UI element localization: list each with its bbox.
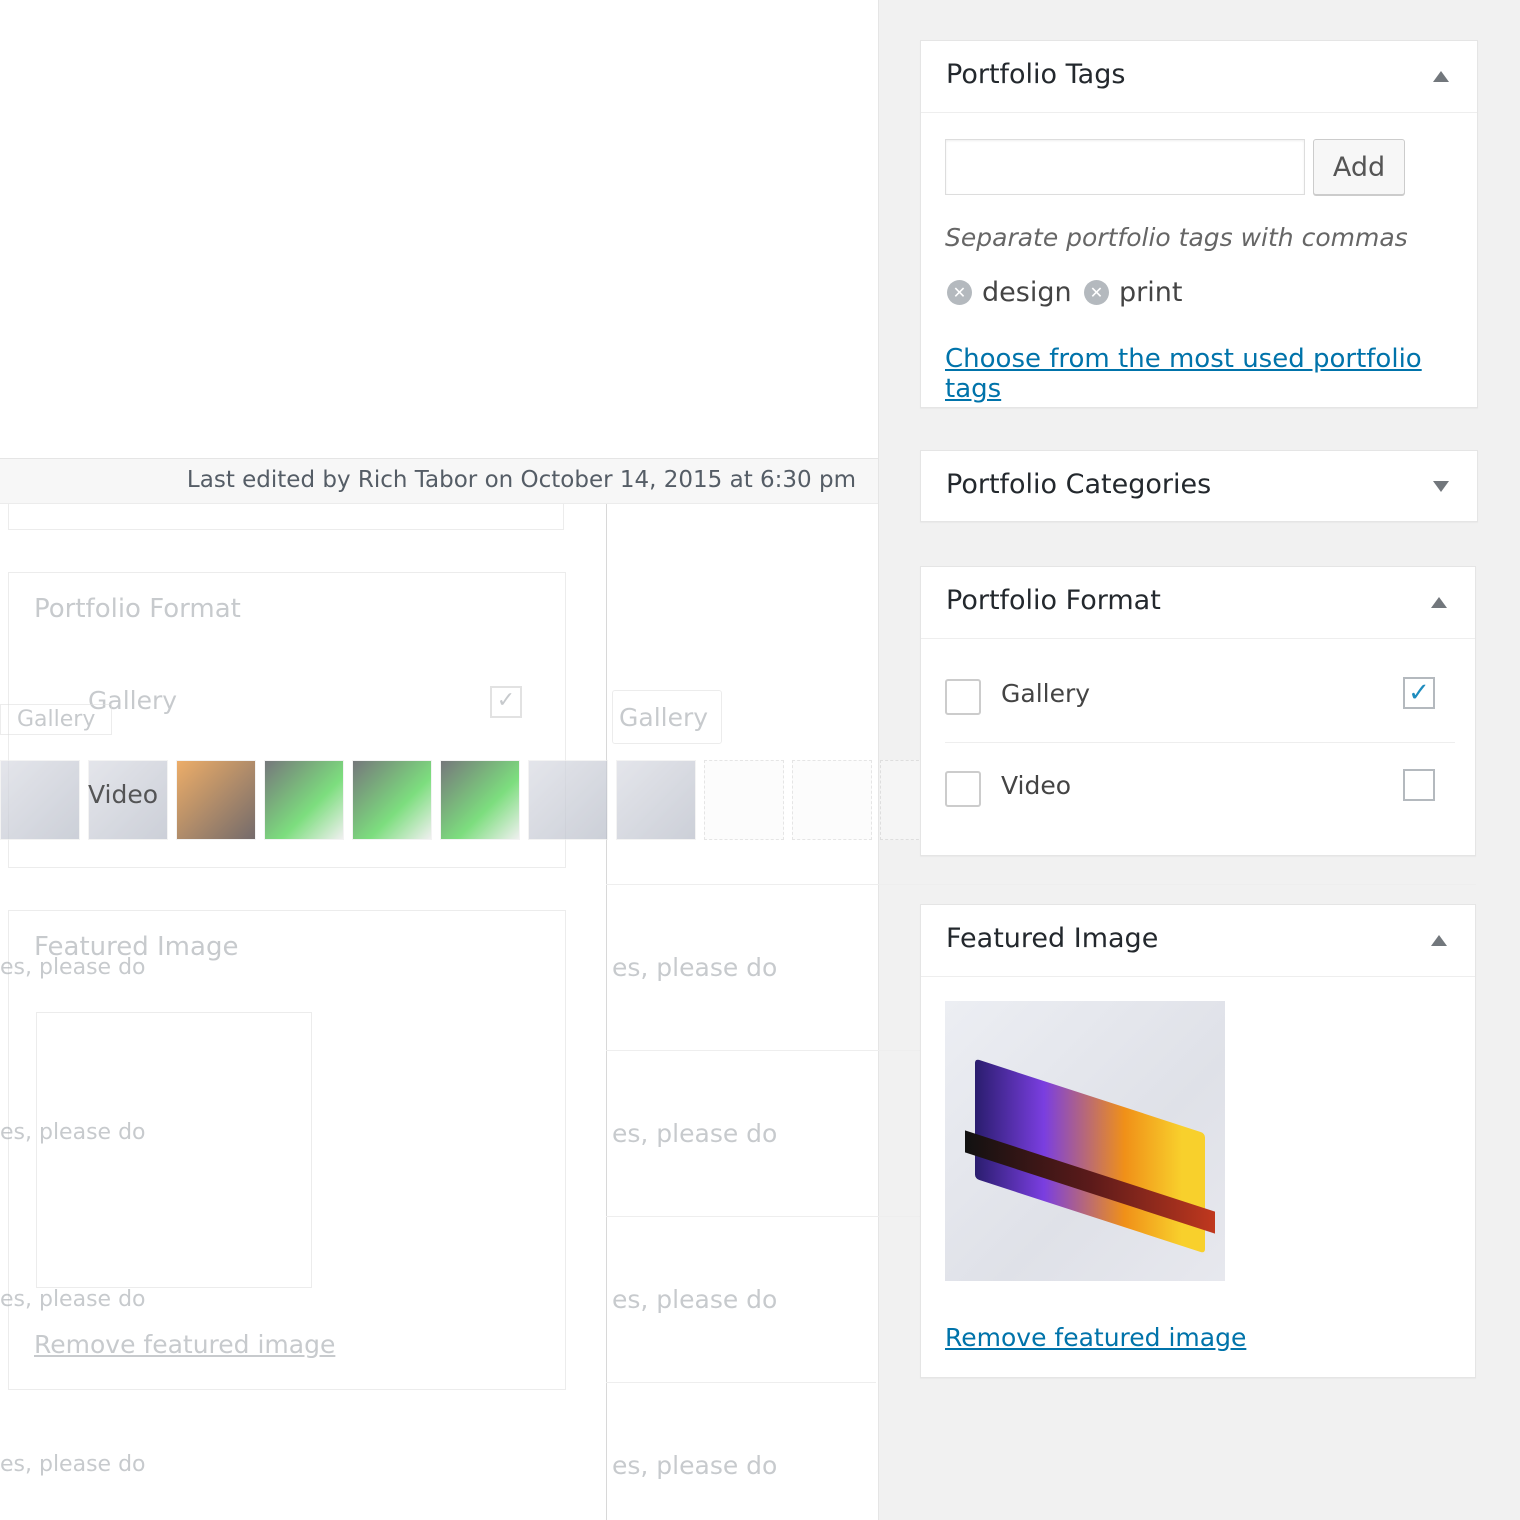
ghost-row-divider bbox=[606, 884, 1476, 885]
ghost-thumb bbox=[792, 760, 872, 840]
remove-tag-icon[interactable]: ✕ bbox=[947, 280, 972, 305]
video-icon bbox=[945, 771, 981, 807]
tag-item: ✕ print bbox=[1084, 277, 1182, 308]
ghost-thumb bbox=[704, 760, 784, 840]
ghost-featured-thumb bbox=[36, 1012, 312, 1288]
remove-featured-image-link[interactable]: Remove featured image bbox=[945, 1323, 1246, 1352]
tag-input[interactable] bbox=[945, 139, 1305, 195]
ghost-thumb bbox=[616, 760, 696, 840]
ghost-please-do: es, please do bbox=[0, 955, 146, 980]
format-option-gallery[interactable]: Gallery ✓ bbox=[945, 651, 1455, 743]
portfolio-categories-header[interactable]: Portfolio Categories bbox=[921, 451, 1477, 523]
ghost-thumb bbox=[528, 760, 608, 840]
tag-label: design bbox=[982, 277, 1072, 308]
gallery-icon bbox=[945, 679, 981, 715]
ghost-please-do: es, please do bbox=[0, 1452, 146, 1477]
ghost-thumb bbox=[264, 760, 344, 840]
ghost-divider bbox=[606, 504, 607, 1520]
tag-help-text: Separate portfolio tags with commas bbox=[945, 223, 1408, 252]
video-checkbox[interactable] bbox=[1403, 769, 1435, 801]
ghost-please-do: es, please do bbox=[612, 1451, 778, 1480]
ghost-thumb bbox=[440, 760, 520, 840]
ghost-thumb bbox=[352, 760, 432, 840]
featured-image-title: Featured Image bbox=[946, 923, 1159, 954]
ghost-thumb bbox=[0, 760, 80, 840]
portfolio-categories-box: Portfolio Categories bbox=[920, 450, 1478, 522]
portfolio-categories-title: Portfolio Categories bbox=[946, 469, 1212, 500]
portfolio-tags-header[interactable]: Portfolio Tags bbox=[921, 41, 1477, 113]
portfolio-format-title: Portfolio Format bbox=[946, 585, 1161, 616]
format-option-label: Video bbox=[1001, 771, 1072, 800]
featured-image-box: Featured Image Remove featured image bbox=[920, 904, 1476, 1378]
portfolio-tags-title: Portfolio Tags bbox=[946, 59, 1126, 90]
collapse-arrow-icon[interactable] bbox=[1431, 935, 1447, 946]
ghost-gallery-button-2: Gallery bbox=[612, 690, 722, 744]
collapse-arrow-icon[interactable] bbox=[1433, 71, 1449, 82]
collapse-arrow-icon[interactable] bbox=[1431, 597, 1447, 608]
last-edited-text: Last edited by Rich Tabor on October 14,… bbox=[186, 467, 856, 493]
format-option-video[interactable]: Video bbox=[945, 743, 1455, 835]
featured-image-header[interactable]: Featured Image bbox=[921, 905, 1475, 977]
most-used-tags-link[interactable]: Choose from the most used portfolio tags bbox=[945, 344, 1477, 404]
featured-image-thumbnail[interactable] bbox=[945, 1001, 1225, 1281]
tag-item: ✕ design bbox=[947, 277, 1072, 308]
format-option-label: Gallery bbox=[1001, 679, 1091, 708]
gallery-checkbox[interactable]: ✓ bbox=[1403, 677, 1435, 709]
add-tag-button[interactable]: Add bbox=[1313, 139, 1405, 195]
ghost-please-do: es, please do bbox=[612, 1119, 778, 1148]
ghost-gallery-button: Gallery bbox=[0, 704, 113, 735]
ghost-format-title: Portfolio Format bbox=[34, 594, 241, 624]
remove-tag-icon[interactable]: ✕ bbox=[1084, 280, 1109, 305]
ghost-video-label: Video bbox=[88, 780, 159, 809]
tag-label: print bbox=[1119, 277, 1183, 308]
ghost-please-do: es, please do bbox=[612, 953, 778, 982]
ghost-please-do: es, please do bbox=[0, 1120, 146, 1145]
ghost-row-divider bbox=[606, 1382, 876, 1383]
portfolio-format-header[interactable]: Portfolio Format bbox=[921, 567, 1475, 639]
ghost-gallery-checkbox: ✓ bbox=[490, 686, 522, 718]
expand-arrow-icon[interactable] bbox=[1433, 481, 1449, 492]
portfolio-format-box: Portfolio Format Gallery ✓ Video bbox=[920, 566, 1476, 856]
ghost-remove-link: Remove featured image bbox=[34, 1330, 336, 1359]
portfolio-tags-box: Portfolio Tags Add Separate portfolio ta… bbox=[920, 40, 1478, 408]
ghost-please-do: es, please do bbox=[0, 1287, 146, 1312]
last-edited-bar: Last edited by Rich Tabor on October 14,… bbox=[0, 458, 878, 504]
ghost-thumb bbox=[176, 760, 256, 840]
ghost-please-do: es, please do bbox=[612, 1285, 778, 1314]
